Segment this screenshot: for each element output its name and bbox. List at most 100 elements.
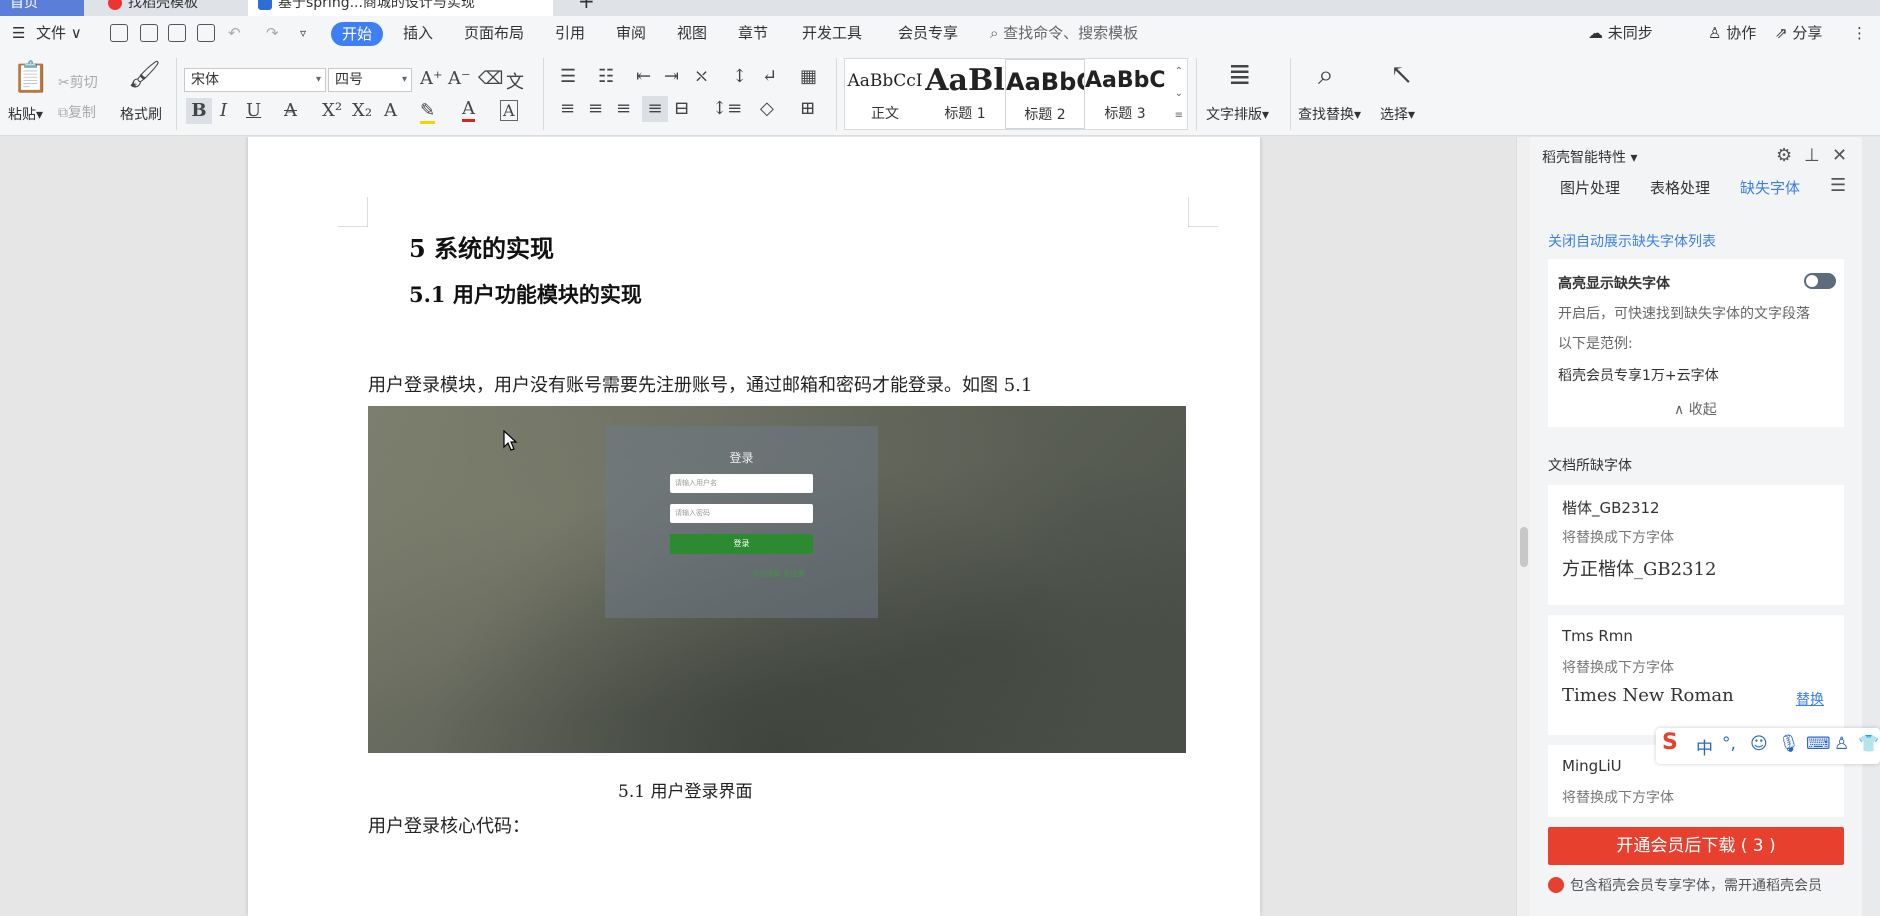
borders-icon[interactable]: ⊞	[800, 98, 815, 119]
align-right-icon[interactable]: ≡	[616, 98, 631, 119]
tab-home[interactable]: 首页	[0, 0, 84, 16]
user-icon[interactable]: ♙	[1834, 734, 1849, 754]
distribute-icon[interactable]: ⊟	[674, 98, 689, 119]
ime-mode-toggle[interactable]: 中	[1696, 734, 1713, 759]
sync-status[interactable]: ☁ 未同步	[1588, 16, 1653, 50]
shading-icon[interactable]: ◇	[760, 98, 774, 119]
login-screenshot-figure[interactable]: 登录 请输入用户名 请输入密码 登录 忘记密码 去注册	[368, 406, 1186, 753]
punctuation-icon[interactable]: °,	[1722, 734, 1736, 754]
menu-start[interactable]: 开始	[331, 22, 384, 46]
skin-icon[interactable]: 👕	[1858, 734, 1879, 754]
show-marks-icon[interactable]: ↵	[762, 66, 777, 87]
select-button[interactable]: 选择▾	[1380, 104, 1415, 124]
menu-review[interactable]: 审阅	[616, 16, 646, 50]
cut-button[interactable]: ✂剪切	[58, 72, 98, 92]
paragraph-login-intro[interactable]: 用户登录模块，用户没有账号需要先注册账号，通过邮箱和密码才能登录。如图 5.1	[368, 371, 1032, 397]
underline-icon[interactable]: U	[246, 100, 261, 121]
pin-icon[interactable]: ⊥	[1804, 145, 1820, 166]
clear-format-icon[interactable]: ⌫	[478, 68, 503, 89]
download-after-membership-button[interactable]: 开通会员后下载 ( 3 )	[1548, 827, 1844, 865]
panel-title[interactable]: 稻壳智能特性 ▾	[1542, 147, 1637, 167]
align-left-icon[interactable]: ≡	[560, 98, 575, 119]
document-page[interactable]: 5 系统的实现 5.1 用户功能模块的实现 用户登录模块，用户没有账号需要先注册…	[248, 137, 1260, 916]
export-pdf-icon[interactable]	[140, 24, 158, 42]
highlight-icon[interactable]: ✎	[420, 100, 436, 124]
collaborate-button[interactable]: ♙ 协作	[1708, 16, 1756, 50]
find-icon[interactable]: ⌕	[1318, 58, 1334, 92]
char-border-icon[interactable]: A	[500, 100, 518, 121]
chinese-layout-icon[interactable]: ⤬	[694, 66, 709, 87]
menu-page-layout[interactable]: 页面布局	[464, 16, 524, 50]
menu-chapter[interactable]: 章节	[738, 16, 768, 50]
emoji-icon[interactable]: ☺	[1750, 734, 1768, 754]
figure-caption[interactable]: 5.1 用户登录界面	[618, 777, 752, 802]
command-search[interactable]: ⌕ 查找命令、搜索模板	[990, 16, 1138, 50]
select-cursor-icon[interactable]: ↖	[1390, 58, 1413, 91]
styles-scroll-icon[interactable]: ⌃ ⌄ ≡	[1175, 61, 1183, 127]
style-heading-3[interactable]: AaBbC 标题 3	[1085, 59, 1165, 129]
paste-button[interactable]: 粘贴▾	[8, 104, 43, 124]
tab-table-processing[interactable]: 表格处理	[1650, 177, 1710, 198]
font-color-icon[interactable]: A	[462, 98, 475, 122]
menu-icon[interactable]: ☰	[1830, 175, 1846, 196]
tab-image-processing[interactable]: 图片处理	[1560, 177, 1620, 198]
font-name-select[interactable]: 宋体 ▾	[184, 68, 326, 92]
close-icon[interactable]: ✕	[1832, 145, 1847, 166]
align-center-icon[interactable]: ≡	[588, 98, 603, 119]
tab-document[interactable]: 基于spring...商城的设计与实现	[248, 0, 553, 16]
heading-2[interactable]: 5.1 用户功能模块的实现	[409, 279, 642, 309]
text-layout-button[interactable]: 文字排版▾	[1206, 104, 1269, 124]
print-preview-icon[interactable]	[197, 24, 215, 42]
paragraph-core-code[interactable]: 用户登录核心代码：	[368, 812, 530, 838]
sogou-logo-icon[interactable]: S	[1662, 730, 1678, 755]
style-heading-1[interactable]: AaBl 标题 1	[925, 59, 1005, 129]
strikethrough-icon[interactable]: A	[284, 100, 297, 121]
new-tab-button[interactable]: +	[568, 0, 595, 14]
justify-icon[interactable]: ≡	[642, 96, 668, 122]
save-icon[interactable]	[110, 24, 128, 42]
document-scrollbar[interactable]	[1516, 137, 1530, 916]
menu-view[interactable]: 视图	[677, 16, 707, 50]
print-icon[interactable]	[168, 24, 186, 42]
menu-insert[interactable]: 插入	[403, 16, 433, 50]
subscript-icon[interactable]: X₂	[352, 100, 372, 121]
font-size-select[interactable]: 四号 ▾	[328, 68, 412, 92]
bullet-list-icon[interactable]: ☰	[560, 66, 576, 87]
find-replace-button[interactable]: 查找替换▾	[1298, 104, 1361, 124]
table-grid-icon[interactable]: ▦	[800, 66, 817, 87]
paste-icon[interactable]: 📋	[12, 60, 49, 95]
scrollbar-thumb[interactable]	[1520, 527, 1528, 567]
hamburger-icon[interactable]: ☰	[12, 16, 25, 50]
bold-icon[interactable]: B	[186, 98, 212, 124]
microphone-icon[interactable]: 🎙	[1778, 734, 1800, 754]
format-painter-button[interactable]: 格式刷	[120, 104, 162, 124]
style-heading-2[interactable]: AaBbC 标题 2	[1005, 59, 1085, 129]
sort-icon[interactable]: ↕	[732, 66, 747, 87]
more-icon[interactable]: ⋮	[1852, 16, 1867, 50]
text-layout-icon[interactable]: ≣	[1228, 58, 1251, 91]
share-button[interactable]: ⇗ 分享	[1775, 16, 1822, 50]
quick-access-more-icon[interactable]: ▿	[300, 16, 306, 50]
menu-developer[interactable]: 开发工具	[802, 16, 862, 50]
heading-1[interactable]: 5 系统的实现	[409, 229, 554, 264]
decrease-indent-icon[interactable]: ⇤	[636, 66, 651, 87]
menu-file[interactable]: 文件 ∨	[36, 16, 82, 50]
gear-icon[interactable]: ⚙	[1776, 145, 1792, 166]
format-painter-icon[interactable]: 🖌	[128, 60, 161, 90]
text-effect-icon[interactable]: A	[384, 100, 397, 121]
line-spacing-icon[interactable]: ↕≡	[712, 98, 742, 119]
collapse-button[interactable]: ∧ 收起	[1674, 399, 1717, 419]
highlight-toggle[interactable]	[1804, 273, 1836, 289]
superscript-icon[interactable]: X²	[322, 100, 342, 121]
phonetic-guide-icon[interactable]: 文	[506, 68, 524, 94]
tab-missing-fonts[interactable]: 缺失字体	[1740, 177, 1800, 198]
increase-indent-icon[interactable]: ⇥	[664, 66, 679, 87]
numbered-list-icon[interactable]: ☷	[598, 66, 614, 87]
tab-template[interactable]: 找稻壳模板	[98, 0, 238, 16]
menu-member[interactable]: 会员专享	[898, 16, 958, 50]
redo-icon[interactable]: ↷	[266, 16, 279, 50]
style-normal[interactable]: AaBbCcI 正文	[845, 59, 925, 129]
increase-font-icon[interactable]: A⁺	[420, 68, 443, 89]
decrease-font-icon[interactable]: A⁻	[448, 68, 471, 89]
menu-references[interactable]: 引用	[555, 16, 585, 50]
